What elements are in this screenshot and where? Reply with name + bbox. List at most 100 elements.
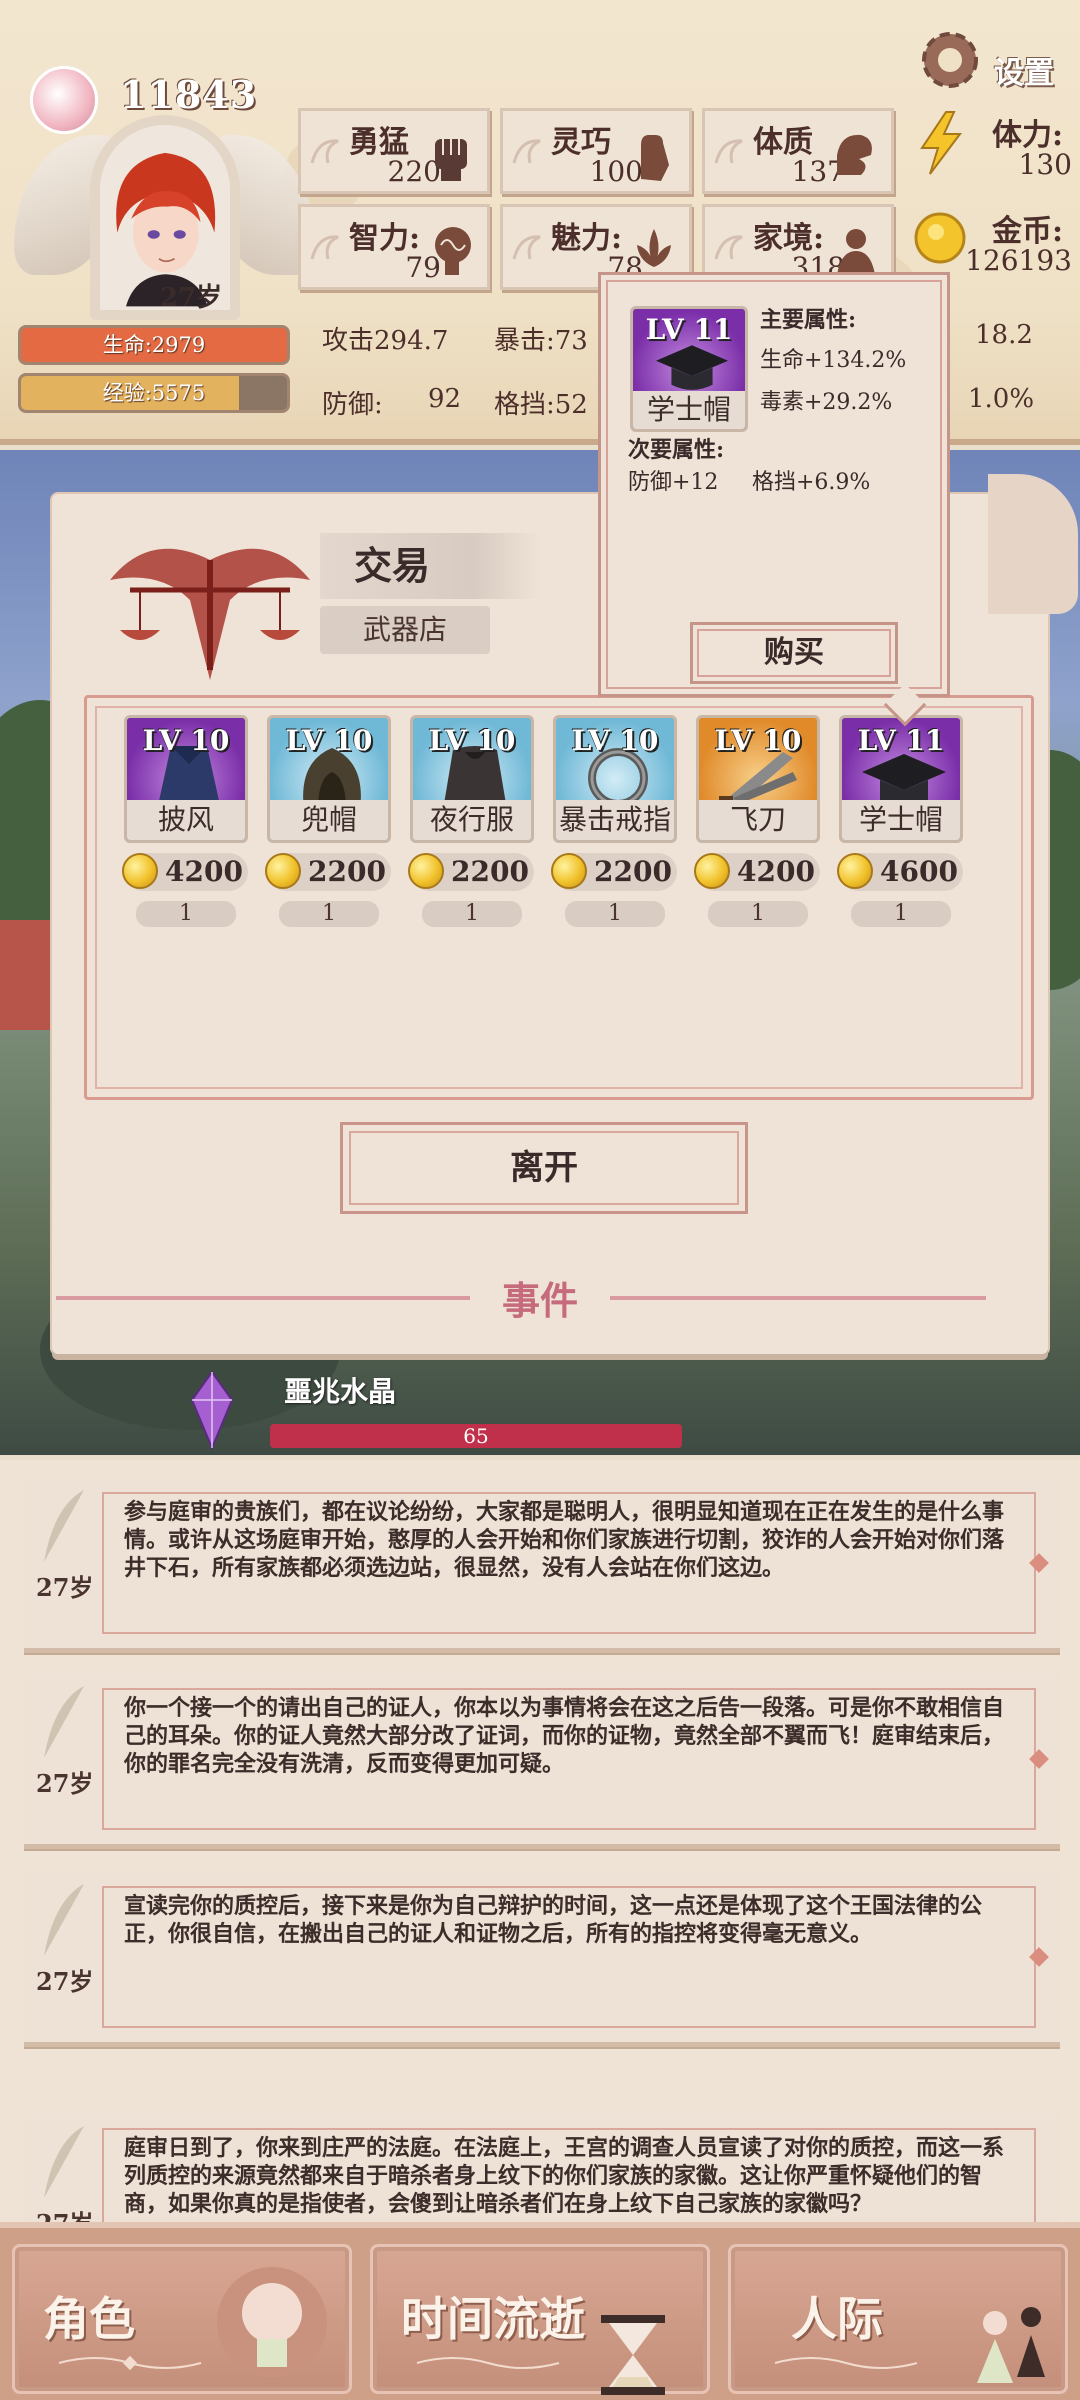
item-price: 4200	[122, 853, 248, 891]
entry-text: 参与庭审的贵族们，都在议论纷纷，大家都是聪明人，很明显知道现在正在发生的是什么事…	[124, 1499, 1005, 1581]
item-name: 学士帽	[842, 800, 960, 840]
stat-agility[interactable]: 灵巧 100	[500, 108, 692, 194]
item-level: LV 11	[857, 724, 945, 757]
item-name: 飞刀	[699, 800, 817, 840]
leave-button[interactable]: 离开	[340, 1122, 748, 1214]
item-card: LV 10 暴击戒指	[553, 715, 677, 843]
shop-item-scholar-hat[interactable]: LV 11 学士帽 4600 1	[837, 715, 963, 927]
item-price-value: 2200	[451, 855, 529, 888]
crit-value: 暴击:73	[494, 326, 588, 356]
ornament-icon	[58, 2355, 202, 2371]
nav-social-label: 人际	[791, 2292, 883, 2346]
item-name: 夜行服	[413, 800, 531, 840]
log-entry: 27岁 宣读完你的质控后，接下来是你为自己辩护的时间，这一点还是体现了这个王国法…	[24, 1872, 1060, 2047]
item-quantity: 1	[851, 901, 951, 927]
shop-item-cape[interactable]: LV 10 披风 4200 1	[122, 715, 248, 927]
exp-bar: 经验:5575	[18, 373, 290, 413]
stat-value: 130	[1018, 148, 1072, 181]
muscle-arm-icon	[837, 134, 872, 175]
stat-intellect[interactable]: 智力: 79	[298, 204, 490, 290]
shop-item-throwing-knife[interactable]: LV 10 飞刀 4200 1	[694, 715, 820, 927]
nav-role-button[interactable]: 角色	[12, 2244, 352, 2394]
stat-value: 137	[791, 155, 845, 188]
sub-attr-1: 防御+12	[628, 470, 719, 495]
shop-item-night-suit[interactable]: LV 10 夜行服 2200 1	[408, 715, 534, 927]
item-card: LV 10 飞刀	[696, 715, 820, 843]
block-value: 格挡:52	[494, 390, 588, 420]
item-card: LV 10 披风	[124, 715, 248, 843]
entry-age: 27岁	[36, 1769, 94, 1798]
crit-extra-value: 18.2	[975, 320, 1033, 350]
crystal-icon	[190, 1370, 234, 1450]
item-level: LV 10	[571, 724, 659, 757]
exp-label: 经验:5575	[102, 381, 206, 405]
item-level: LV 10	[714, 724, 802, 757]
scene-roof	[0, 920, 50, 1030]
item-price: 4200	[694, 853, 820, 891]
item-name: 兜帽	[270, 800, 388, 840]
brain-icon	[435, 227, 471, 275]
stat-value: 79	[405, 251, 441, 284]
log-entry: 27岁 你一个接一个的请出自己的证人，你本以为事情将会在这之后告一段落。可是你不…	[24, 1674, 1060, 1849]
item-price-value: 4600	[880, 855, 958, 888]
scales-icon	[110, 548, 310, 680]
fist-icon	[435, 139, 467, 181]
buy-button[interactable]: 购买	[690, 622, 898, 684]
shop-item-hood[interactable]: LV 10 兜帽 2200 1	[265, 715, 391, 927]
feather-icon	[44, 1490, 84, 1562]
shop-item-crit-ring[interactable]: LV 10 暴击戒指 2200 1	[551, 715, 677, 927]
item-name: 暴击戒指	[556, 800, 674, 840]
nav-time-label: 时间流逝	[401, 2292, 585, 2346]
feather-icon	[44, 1686, 84, 1758]
log-entry: 27岁 庭审日到了，你来到庄严的法庭。在法庭上，王宫的调查人员宣读了对你的质控，…	[24, 2114, 1060, 2230]
sub-attr-title: 次要属性:	[628, 437, 725, 463]
tooltip-item-icon: LV 11 学士帽	[630, 306, 748, 432]
tooltip-item-level: LV 11	[645, 313, 733, 346]
gold-coin-icon	[837, 853, 873, 889]
stat-stamina: 体力: 130	[912, 100, 1072, 190]
ornament-icon	[416, 2357, 560, 2369]
nav-social-button[interactable]: 人际	[728, 2244, 1068, 2394]
item-card: LV 11 学士帽	[839, 715, 963, 843]
item-price: 2200	[551, 853, 677, 891]
trade-title: 交易	[320, 533, 540, 599]
item-quantity: 1	[279, 901, 379, 927]
item-quantity: 1	[422, 901, 522, 927]
item-name: 披风	[127, 800, 245, 840]
nav-time-button[interactable]: 时间流逝	[370, 2244, 710, 2395]
feather-icon	[44, 2126, 84, 2198]
lotus-icon	[637, 229, 671, 267]
gold-coin-icon	[408, 853, 444, 889]
log-entry: 27岁 参与庭审的贵族们，都在议论纷纷，大家都是聪明人，很明显知道现在正在发生的…	[24, 1478, 1060, 1653]
item-price: 4600	[837, 853, 963, 891]
settings-button[interactable]: 设置	[912, 22, 1072, 98]
stat-courage[interactable]: 勇猛 220	[298, 108, 490, 194]
ornament-icon	[774, 2357, 918, 2369]
item-price-value: 4200	[737, 855, 815, 888]
player-age: 27岁	[160, 283, 223, 313]
gold-coin-icon	[694, 853, 730, 889]
gear-icon	[922, 32, 978, 88]
tooltip-item-name: 学士帽	[633, 391, 745, 429]
family-crest-icon	[837, 229, 875, 275]
gold-coin-icon	[265, 853, 301, 889]
item-quantity: 1	[708, 901, 808, 927]
hp-label: 生命:2979	[102, 333, 206, 357]
sub-attr-2: 格挡+6.9%	[752, 470, 871, 495]
item-price-value: 4200	[165, 855, 243, 888]
stat-physique[interactable]: 体质 137	[702, 108, 894, 194]
event-log[interactable]: 27岁 参与庭审的贵族们，都在议论纷纷，大家都是聪明人，很明显知道现在正在发生的…	[0, 1460, 1080, 2230]
item-price-value: 2200	[594, 855, 672, 888]
score-value: 11843	[120, 72, 258, 117]
entry-text: 你一个接一个的请出自己的证人，你本以为事情将会在这之后告一段落。可是你不敢相信自…	[124, 1695, 1005, 1777]
item-price: 2200	[265, 853, 391, 891]
hand-icon	[641, 135, 669, 181]
settings-label: 设置	[994, 56, 1054, 91]
item-card: LV 10 兜帽	[267, 715, 391, 843]
item-level: LV 10	[142, 724, 230, 757]
soul-currency-icon	[30, 66, 98, 134]
item-quantity: 1	[136, 901, 236, 927]
entry-age: 27岁	[36, 1573, 94, 1602]
item-card: LV 10 夜行服	[410, 715, 534, 843]
defense-label: 防御:	[322, 390, 383, 420]
